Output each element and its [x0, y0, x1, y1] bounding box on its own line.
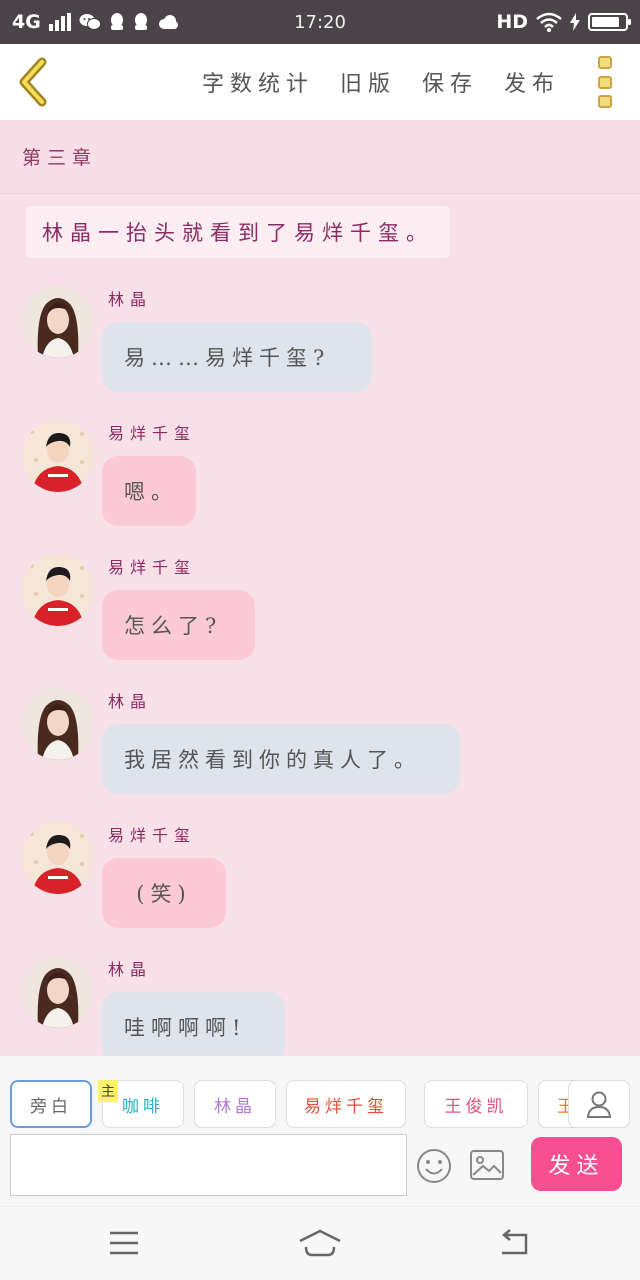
- sender-name: 易烊千玺: [108, 826, 197, 845]
- role-narrator[interactable]: 旁白: [10, 1080, 92, 1128]
- image-icon[interactable]: [470, 1150, 504, 1180]
- status-right: HD: [496, 0, 631, 44]
- publish-button[interactable]: 发布: [504, 66, 560, 98]
- menu-icon[interactable]: [106, 1227, 142, 1259]
- emoji-icon[interactable]: [416, 1148, 452, 1184]
- wechat-icon: [79, 14, 101, 30]
- sender-name: 易烊千玺: [108, 424, 197, 443]
- chat-bubble[interactable]: 怎么了?: [102, 590, 255, 660]
- chat-bubble[interactable]: 哇啊啊啊!: [102, 992, 285, 1056]
- chat-bubble[interactable]: 易……易烊千玺?: [102, 322, 372, 392]
- editor-toolbar: 字数统计 旧版 保存 发布: [0, 44, 640, 120]
- back-arrow-icon[interactable]: [14, 56, 54, 108]
- chat-bubble[interactable]: 嗯。: [102, 456, 196, 526]
- cloud-icon: [158, 15, 178, 29]
- avatar-boy[interactable]: [22, 420, 94, 492]
- signal-icon: [48, 13, 71, 31]
- role-wangjunkai[interactable]: 王俊凯: [424, 1080, 528, 1128]
- avatar-girl[interactable]: [22, 956, 94, 1028]
- word-count-button[interactable]: 字数统计: [202, 66, 314, 98]
- qq-icon: [134, 13, 147, 30]
- narration-text[interactable]: 林晶一抬头就看到了易烊千玺。: [26, 206, 450, 258]
- avatar-girl[interactable]: [22, 688, 94, 760]
- character-manage-button[interactable]: [568, 1080, 630, 1128]
- role-selector: 旁白 咖啡 林晶 易烊千玺 王俊凯 王 主: [10, 1080, 630, 1130]
- status-left: 4G: [12, 11, 252, 33]
- input-panel: 旁白 咖啡 林晶 易烊千玺 王俊凯 王 主 发送: [0, 1056, 640, 1206]
- qq-icon: [110, 13, 123, 30]
- chat-area: 林晶一抬头就看到了易烊千玺。 林晶 易……易烊千玺? 易烊千玺 嗯。 易烊千玺 …: [0, 194, 640, 1056]
- chat-bubble[interactable]: (笑): [102, 858, 226, 928]
- status-bar: 4G 17:20 HD: [0, 0, 640, 44]
- user-icon: [586, 1091, 612, 1118]
- hd-indicator: HD: [496, 11, 528, 33]
- role-linjing[interactable]: 林晶: [194, 1080, 276, 1128]
- chat-bubble[interactable]: 我居然看到你的真人了。: [102, 724, 460, 794]
- sender-name: 易烊千玺: [108, 558, 197, 577]
- back-icon[interactable]: [496, 1227, 532, 1259]
- battery-icon: [588, 13, 631, 31]
- avatar-boy[interactable]: [22, 822, 94, 894]
- sender-name: 林晶: [108, 692, 153, 711]
- old-version-button[interactable]: 旧版: [340, 66, 396, 98]
- chapter-title[interactable]: 第三章: [0, 120, 640, 194]
- more-menu-icon[interactable]: [598, 56, 614, 108]
- sender-name: 林晶: [108, 290, 153, 309]
- network-type: 4G: [12, 11, 41, 33]
- avatar-boy[interactable]: [22, 554, 94, 626]
- home-icon[interactable]: [298, 1227, 342, 1259]
- message-input[interactable]: [10, 1134, 407, 1196]
- system-nav-bar: [0, 1206, 640, 1280]
- wifi-icon: [536, 12, 562, 32]
- main-role-tag: 主: [98, 1080, 118, 1102]
- avatar-girl[interactable]: [22, 286, 94, 358]
- role-yiyangqianxi[interactable]: 易烊千玺: [286, 1080, 406, 1128]
- toolbar-actions: 字数统计 旧版 保存 发布: [202, 44, 560, 120]
- send-button[interactable]: 发送: [531, 1137, 622, 1191]
- sender-name: 林晶: [108, 960, 153, 979]
- charging-icon: [570, 13, 580, 31]
- save-button[interactable]: 保存: [422, 66, 478, 98]
